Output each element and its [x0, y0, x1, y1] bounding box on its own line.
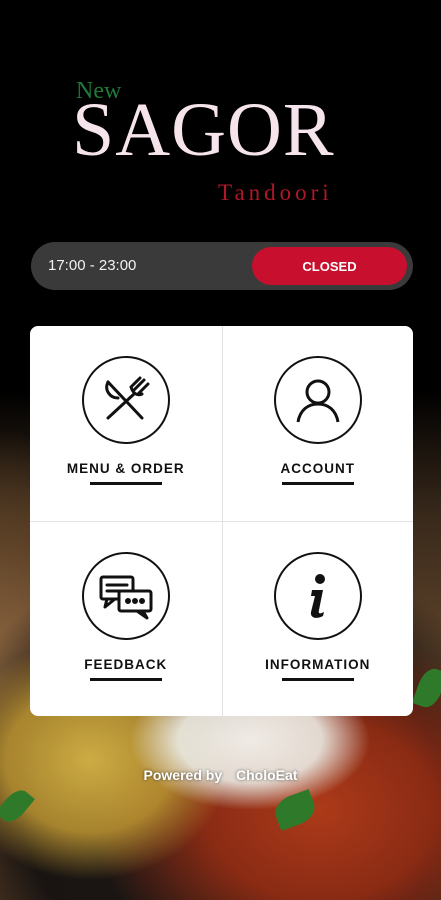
status-badge: CLOSED: [252, 247, 407, 285]
logo-subtitle-text: Tandoori: [218, 180, 333, 205]
powered-by-text: Powered by: [143, 767, 223, 783]
menu-order-label: MENU & ORDER: [66, 461, 185, 476]
information-underline: [281, 678, 354, 681]
menu-order-button[interactable]: MENU & ORDER: [30, 326, 222, 521]
opening-hours-time: 17:00 - 23:00: [48, 257, 137, 274]
account-button[interactable]: ACCOUNT: [221, 326, 414, 521]
restaurant-logo: New SAGOR Tandoori: [72, 78, 372, 208]
chat-icon: [81, 552, 170, 640]
feedback-button[interactable]: FEEDBACK: [30, 521, 222, 716]
main-menu-grid: MENU & ORDER ACCOUNT FEEDBACK INFORMATIO…: [30, 326, 413, 716]
opening-hours-bar: 17:00 - 23:00 CLOSED: [31, 242, 413, 290]
fork-knife-icon: [81, 356, 170, 444]
account-label: ACCOUNT: [280, 461, 355, 476]
feedback-underline: [89, 678, 162, 681]
menu-order-underline: [89, 482, 162, 485]
info-icon: [273, 552, 362, 640]
account-underline: [281, 482, 354, 485]
logo-name-text: SAGOR: [72, 88, 335, 172]
information-label: INFORMATION: [265, 657, 371, 672]
user-icon: [273, 356, 362, 444]
powered-by: Powered by CholoEat: [0, 767, 441, 783]
powered-by-brand[interactable]: CholoEat: [236, 767, 297, 783]
information-button[interactable]: INFORMATION: [221, 521, 413, 716]
feedback-label: FEEDBACK: [84, 657, 168, 672]
